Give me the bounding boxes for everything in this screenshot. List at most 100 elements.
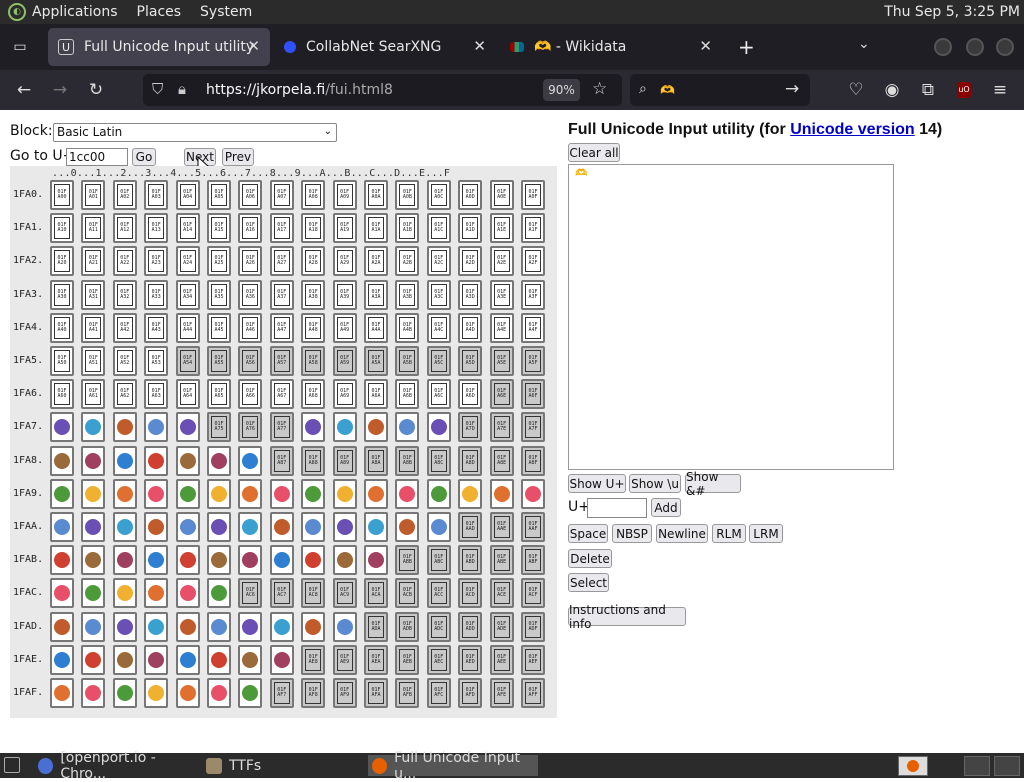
char-cell[interactable] [364, 545, 388, 576]
char-cell[interactable]: 01F A1D [458, 213, 483, 244]
char-cell[interactable]: 01F A87 [269, 445, 294, 476]
menu-system[interactable]: System [200, 4, 252, 20]
search-input[interactable]: 🫶 [660, 83, 675, 97]
char-cell[interactable] [207, 578, 231, 609]
char-cell[interactable]: 01F A8D [458, 445, 483, 476]
menu-applications[interactable]: Applications [32, 4, 118, 20]
char-cell[interactable]: 01F A6D [458, 379, 483, 410]
char-cell[interactable]: 01F AF7 [269, 678, 294, 708]
char-cell[interactable] [175, 611, 200, 642]
char-cell[interactable] [521, 478, 545, 509]
char-cell[interactable]: 01F ADC [426, 611, 451, 642]
show-u-button[interactable]: Show \u [629, 474, 681, 493]
char-cell[interactable] [144, 478, 169, 509]
char-cell[interactable]: 01F A8E [489, 445, 514, 476]
char-cell[interactable]: 01F A55 [207, 346, 231, 376]
char-cell[interactable]: 01F A38 [301, 279, 326, 310]
char-cell[interactable] [175, 478, 200, 509]
char-cell[interactable] [144, 644, 169, 675]
hamburger-menu-icon[interactable]: ≡ [988, 78, 1012, 102]
char-cell[interactable]: 01F A30 [50, 279, 74, 310]
char-cell[interactable] [50, 611, 74, 642]
char-cell[interactable] [50, 512, 74, 542]
char-cell[interactable]: 01F A22 [112, 246, 137, 277]
char-cell[interactable]: 01F A37 [269, 279, 294, 310]
uplus-input[interactable] [587, 498, 647, 518]
char-cell[interactable]: 01F A33 [144, 279, 169, 310]
char-cell[interactable]: 01F A3F [521, 279, 545, 310]
char-cell[interactable]: 01F A29 [332, 246, 357, 277]
char-cell[interactable] [269, 644, 294, 675]
char-cell[interactable]: 01F A0A [364, 180, 388, 210]
char-cell[interactable]: 01F A3B [395, 279, 420, 310]
char-cell[interactable] [175, 644, 200, 675]
char-cell[interactable]: 01F A50 [50, 346, 74, 376]
char-cell[interactable]: 01F A75 [207, 412, 231, 443]
char-cell[interactable] [175, 545, 200, 576]
show-desktop-icon[interactable] [4, 757, 20, 773]
char-cell[interactable] [269, 512, 294, 542]
char-cell[interactable]: 01F A12 [112, 213, 137, 244]
char-cell[interactable]: 01F A5C [426, 346, 451, 376]
char-cell[interactable] [426, 512, 451, 542]
char-cell[interactable]: 01F A68 [301, 379, 326, 410]
char-cell[interactable]: 01F A25 [207, 246, 231, 277]
char-cell[interactable]: 01F ABB [395, 545, 420, 576]
char-cell[interactable] [364, 478, 388, 509]
char-cell[interactable]: 01F A66 [238, 379, 263, 410]
char-cell[interactable] [81, 611, 106, 642]
char-cell[interactable] [458, 478, 483, 509]
char-cell[interactable]: 01F A6C [426, 379, 451, 410]
url-text[interactable]: https://jkorpela.fi/fui.html8 [206, 82, 393, 98]
char-cell[interactable]: 01F A0B [395, 180, 420, 210]
char-cell[interactable]: 01F A49 [332, 312, 357, 343]
char-cell[interactable]: 01F A04 [175, 180, 200, 210]
char-cell[interactable] [269, 545, 294, 576]
distro-logo-icon[interactable]: ◐ [8, 3, 26, 21]
char-cell[interactable]: 01F AEE [489, 644, 514, 675]
char-cell[interactable]: 01F A0C [426, 180, 451, 210]
char-cell[interactable] [426, 412, 451, 443]
char-cell[interactable] [50, 644, 74, 675]
char-cell[interactable]: 01F A35 [207, 279, 231, 310]
window-minimize-icon[interactable] [934, 38, 952, 56]
show-amp-button[interactable]: Show &# [685, 470, 741, 498]
char-cell[interactable]: 01F A2B [395, 246, 420, 277]
char-cell[interactable] [207, 545, 231, 576]
space-button[interactable]: Space [568, 524, 608, 543]
char-cell[interactable]: 01F A5F [521, 346, 545, 376]
char-cell[interactable]: 01F AF8 [301, 678, 326, 708]
char-cell[interactable]: 01F A76 [238, 412, 263, 443]
char-cell[interactable]: 01F AC8 [301, 578, 326, 609]
char-cell[interactable]: 01F A7E [489, 412, 514, 443]
char-cell[interactable]: 01F A08 [301, 180, 326, 210]
char-cell[interactable] [395, 512, 420, 542]
char-cell[interactable]: 01F AFF [521, 678, 545, 708]
select-button[interactable]: Select [568, 573, 609, 592]
char-cell[interactable]: 01F A0F [521, 180, 545, 210]
char-cell[interactable]: 01F A7D [458, 412, 483, 443]
close-tab-icon[interactable]: ✕ [699, 37, 712, 55]
new-tab-icon[interactable]: + [738, 35, 755, 59]
char-cell[interactable]: 01F A31 [81, 279, 106, 310]
shield-icon[interactable]: ⛉ [152, 80, 163, 98]
char-cell[interactable]: 01F A0D [458, 180, 483, 210]
char-cell[interactable] [301, 412, 326, 443]
char-cell[interactable] [332, 478, 357, 509]
char-cell[interactable]: 01F AFB [395, 678, 420, 708]
char-cell[interactable] [175, 445, 200, 476]
char-cell[interactable]: 01F A8A [364, 445, 388, 476]
char-cell[interactable] [332, 545, 357, 576]
char-cell[interactable] [50, 545, 74, 576]
char-cell[interactable]: 01F A21 [81, 246, 106, 277]
zoom-level[interactable]: 90% [543, 79, 580, 101]
go-button[interactable]: Go [132, 148, 156, 166]
taskbar-item-chrome[interactable]: [openport.io - Chro... [34, 750, 200, 782]
char-cell[interactable] [269, 611, 294, 642]
reload-icon[interactable]: ↻ [84, 78, 108, 102]
char-cell[interactable]: 01F A3C [426, 279, 451, 310]
char-cell[interactable]: 01F A1C [426, 213, 451, 244]
list-all-tabs-icon[interactable]: ▭ [0, 24, 40, 70]
search-bar[interactable]: ⌕ 🫶 → [630, 74, 810, 106]
char-cell[interactable] [144, 445, 169, 476]
